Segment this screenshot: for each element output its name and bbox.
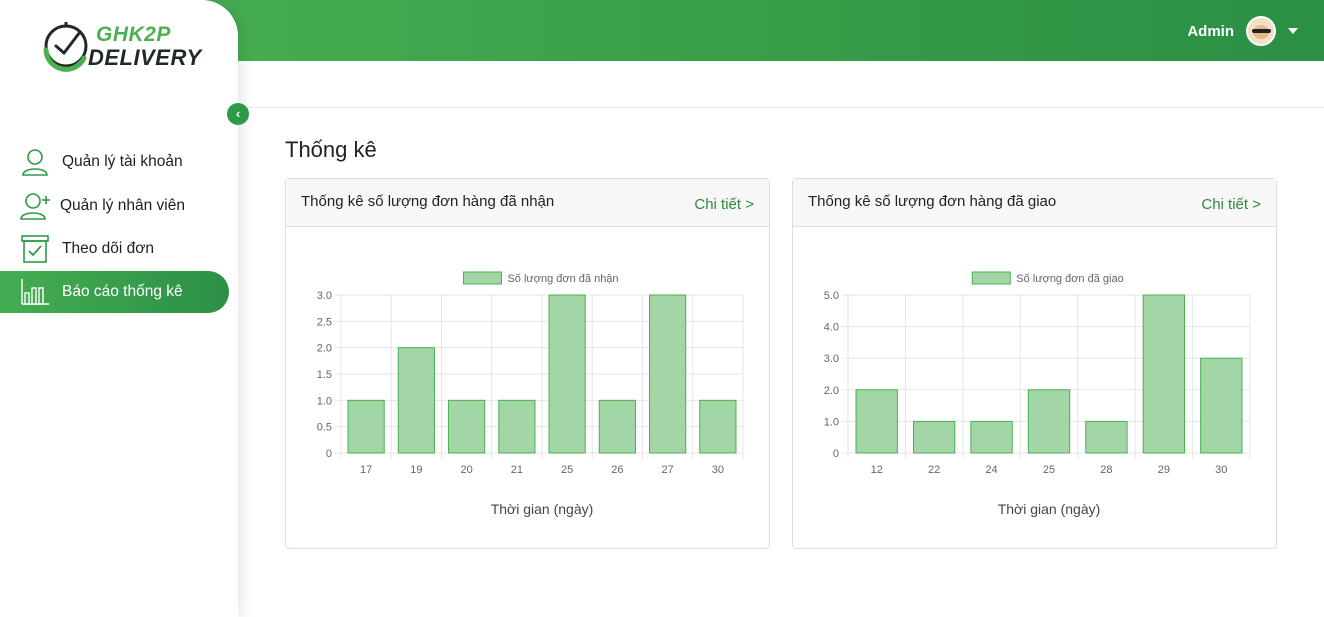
- bar: [498, 399, 536, 454]
- bar: [1027, 389, 1071, 454]
- sidebar-item-label: Quản lý tài khoản: [62, 153, 183, 170]
- sidebar-item-label: Theo dõi đơn: [62, 240, 155, 257]
- x-tick-label: 22: [928, 464, 940, 476]
- user-menu[interactable]: Admin: [1187, 14, 1298, 48]
- legend-swatch: [462, 271, 502, 285]
- x-tick-label: 25: [561, 464, 573, 476]
- sidebar-item-label: Báo cáo thống kê: [62, 283, 183, 300]
- bar: [970, 420, 1013, 454]
- checkbox-icon: [21, 235, 49, 263]
- legend-label: Số lượng đơn đã nhận: [507, 273, 618, 285]
- avatar-glasses: [1252, 29, 1271, 33]
- x-tick-label: 26: [611, 464, 623, 476]
- chart-legend: Số lượng đơn đã nhận: [462, 271, 619, 285]
- x-tick-label: 30: [712, 464, 724, 476]
- y-tick-label: 3.0: [824, 353, 839, 365]
- y-tick-label: 0.5: [317, 422, 332, 434]
- bar: [1200, 357, 1243, 454]
- bar: [649, 294, 687, 454]
- x-tick-label: 12: [871, 464, 883, 476]
- x-tick-label: 28: [1100, 464, 1112, 476]
- sidebar-item-orders[interactable]: Theo dõi đơn: [0, 228, 229, 270]
- x-tick-label: 19: [410, 464, 422, 476]
- bar: [548, 294, 586, 454]
- bar: [912, 420, 956, 454]
- detail-link[interactable]: Chi tiết >: [694, 196, 754, 213]
- sidebar-item-reports[interactable]: Báo cáo thống kê: [0, 271, 229, 313]
- y-tick-label: 0: [833, 448, 839, 460]
- bar: [1085, 420, 1128, 454]
- avatar[interactable]: [1246, 16, 1276, 46]
- sidebar-item-label: Quản lý nhân viên: [60, 197, 185, 214]
- y-tick-label: 1.0: [317, 395, 332, 407]
- sub-header: [238, 61, 1324, 108]
- x-tick-label: 20: [461, 464, 473, 476]
- delivered-orders-chart: Số lượng đơn đã giao 0 1.0 2.0 3.0 4.0 5.0 12 22…: [824, 271, 1251, 517]
- x-tick-label: 17: [360, 464, 372, 476]
- y-tick-label: 3.0: [317, 290, 332, 302]
- x-tick-label: 30: [1215, 464, 1227, 476]
- user-icon: [22, 149, 48, 176]
- bar: [598, 399, 636, 454]
- x-tick-label: 25: [1043, 464, 1055, 476]
- bar-chart-icon: [21, 279, 49, 305]
- sidebar: GHK2P DELIVERY Quản lý tài khoản Quản lý…: [0, 0, 238, 617]
- y-tick-label: 5.0: [824, 290, 839, 302]
- x-axis-title: Thời gian (ngày): [998, 501, 1101, 517]
- card-title: Thống kê số lượng đơn hàng đã giao: [808, 193, 1057, 210]
- y-tick-label: 0: [326, 448, 332, 460]
- legend-label: Số lượng đơn đã giao: [1016, 273, 1123, 285]
- y-tick-label: 2.0: [317, 343, 332, 355]
- user-name: Admin: [1187, 22, 1234, 40]
- x-tick-label: 21: [511, 464, 523, 476]
- bar: [397, 347, 435, 454]
- page-title: Thống kê: [285, 137, 377, 162]
- delivered-orders-card: Thống kê số lượng đơn hàng đã giao Chi t…: [792, 178, 1277, 549]
- x-axis-title: Thời gian (ngày): [491, 501, 594, 517]
- card-header: Thống kê số lượng đơn hàng đã giao Chi t…: [793, 179, 1276, 227]
- logo[interactable]: GHK2P DELIVERY: [40, 20, 210, 74]
- card-title: Thống kê số lượng đơn hàng đã nhận: [301, 193, 555, 210]
- bar: [347, 399, 385, 454]
- bar: [1142, 294, 1186, 454]
- received-orders-chart: Số lượng đơn đã nhận 0 0.5 1.0 1.5 2.0 2.5 3.0 1…: [317, 271, 744, 517]
- x-tick-label: 27: [662, 464, 674, 476]
- y-tick-label: 1.0: [824, 416, 839, 428]
- legend-swatch: [971, 271, 1011, 285]
- bar: [448, 399, 486, 454]
- y-tick-label: 1.5: [317, 369, 332, 381]
- bar: [699, 399, 737, 454]
- logo-text-bottom: DELIVERY: [88, 45, 202, 70]
- y-tick-label: 2.5: [317, 316, 332, 328]
- sidebar-item-accounts[interactable]: Quản lý tài khoản: [0, 141, 229, 183]
- chevron-left-icon[interactable]: ‹: [227, 103, 249, 125]
- detail-link[interactable]: Chi tiết >: [1201, 196, 1261, 213]
- logo-text-top: GHK2P: [96, 23, 171, 46]
- y-tick-label: 4.0: [824, 322, 839, 334]
- sidebar-item-staff[interactable]: Quản lý nhân viên: [0, 185, 229, 227]
- chevron-down-icon[interactable]: [1288, 28, 1298, 34]
- x-tick-label: 24: [985, 464, 997, 476]
- bar: [855, 389, 898, 454]
- user-add-icon: [20, 193, 50, 220]
- x-tick-label: 29: [1158, 464, 1170, 476]
- card-header: Thống kê số lượng đơn hàng đã nhận Chi t…: [286, 179, 769, 227]
- chart-legend: Số lượng đơn đã giao: [971, 271, 1124, 285]
- received-orders-card: Thống kê số lượng đơn hàng đã nhận Chi t…: [285, 178, 770, 549]
- y-tick-label: 2.0: [824, 385, 839, 397]
